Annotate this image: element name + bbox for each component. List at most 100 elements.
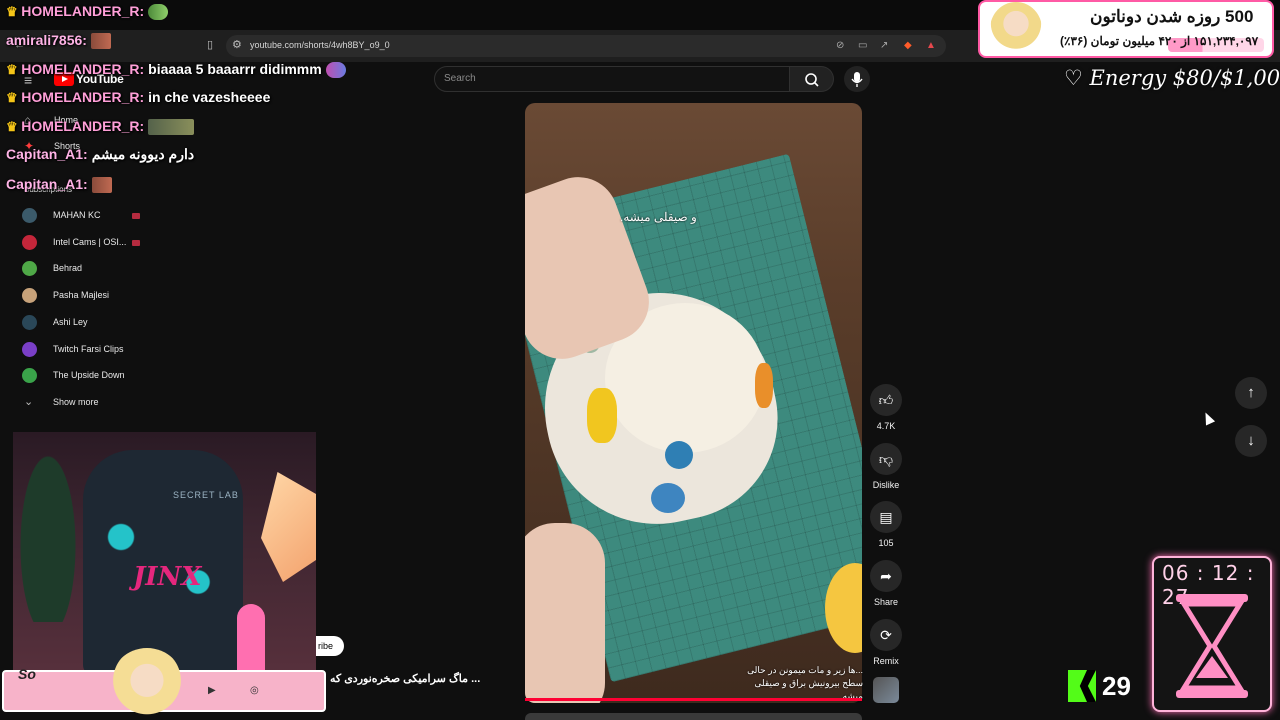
chat-emote-icon <box>148 4 169 21</box>
energy-goal-text: ♡ Energy $80/$1,000 <box>1064 66 1280 90</box>
channel-avatar <box>22 288 37 304</box>
mouse-cursor-icon <box>1200 410 1216 426</box>
dislike-button[interactable]: 👎︎ Dislike <box>866 443 906 490</box>
chat-username: amirali7856: <box>6 32 87 48</box>
subscription-name: The Upside Down <box>53 370 125 381</box>
next-video-preview[interactable] <box>525 713 862 720</box>
remix-icon: ⟳ <box>870 619 902 651</box>
url-text[interactable]: youtube.com/shorts/4wh8BY_o9_0 <box>250 40 390 50</box>
sidebar-subscription-item[interactable]: The Upside Down <box>22 366 162 386</box>
sidebar-subscription-item[interactable]: Intel Cams | OSI... <box>22 233 162 253</box>
microphone-icon <box>851 72 863 87</box>
subscription-name: Intel Cams | OSI... <box>53 236 127 247</box>
subscription-name: Pasha Majlesi <box>53 290 110 301</box>
live-indicator-icon <box>132 239 140 246</box>
donation-subtitle: ۱۵۱,۲۳۴,۰۹۷ از ۴۲۰ میلیون تومان (۳۶٪) <box>1060 34 1259 48</box>
chat-text: دارم دیوونه میشم <box>91 146 195 162</box>
brave-shield-icon[interactable]: ◆ <box>904 40 912 51</box>
sidebar-subscription-item[interactable]: Pasha Majlesi <box>22 286 162 306</box>
video-progress-bar[interactable] <box>525 698 862 701</box>
video-title[interactable]: ... ماگ سرامیکی صخره‌نوردی که <box>330 672 480 685</box>
youtube-icon: ▶ <box>208 685 216 696</box>
search-input[interactable] <box>434 66 790 92</box>
instagram-icon: ◎ <box>250 685 259 696</box>
voice-search-button[interactable] <box>844 66 870 92</box>
arrow-down-icon: ↓ <box>1247 432 1255 449</box>
mug-spot-blue-2 <box>651 483 685 513</box>
eye-off-icon[interactable]: ⊘ <box>836 40 844 51</box>
hourglass-icon <box>1176 594 1248 698</box>
shorts-video-player[interactable]: و صیقلی میشه. <box>525 103 862 703</box>
bookmark-icon[interactable]: ▯ <box>207 40 213 51</box>
channel-avatar <box>22 368 37 384</box>
sidebar-subscription-item[interactable]: Behrad <box>22 259 162 279</box>
channel-avatar <box>22 208 37 223</box>
search-button[interactable] <box>790 66 834 92</box>
chat-username: HOMELANDER_R: <box>21 118 145 134</box>
site-info-icon[interactable]: ⚙ <box>232 40 242 51</box>
search-icon <box>805 73 819 87</box>
comments-button[interactable]: ▤ 105 <box>866 501 906 548</box>
streamer-avatar <box>110 648 184 720</box>
dislike-label: Dislike <box>872 480 900 490</box>
mug-spot-orange <box>755 363 773 408</box>
chat-username: Capitan_A1: <box>6 176 88 192</box>
chat-emote-icon <box>91 177 112 194</box>
brave-rewards-icon[interactable]: ▲ <box>926 40 936 51</box>
christmas-tree <box>13 432 83 622</box>
subscribe-button[interactable]: ribe <box>316 636 344 656</box>
chat-username: HOMELANDER_R: <box>21 3 145 19</box>
like-button[interactable]: 👍︎ 4.7K <box>866 384 906 431</box>
channel-avatar <box>22 314 37 330</box>
chat-username: Capitan_A1: <box>6 146 88 162</box>
chair-brand-text: SECRET LAB <box>173 490 239 500</box>
thumbs-up-icon: 👍︎ <box>870 384 902 416</box>
subscription-name: MAHAN KC <box>53 210 101 220</box>
kick-viewer-count: 29 <box>1102 671 1131 701</box>
chat-emote-icon <box>325 62 346 79</box>
remix-label: Remix <box>873 656 899 666</box>
remix-button[interactable]: ⟳ Remix <box>866 619 906 666</box>
thumbs-down-icon: 👎︎ <box>870 443 902 475</box>
cast-icon[interactable]: ▭ <box>858 40 867 51</box>
hand-bottom <box>525 523 605 703</box>
channel-avatar <box>22 341 37 357</box>
donation-avatar <box>990 2 1042 56</box>
sound-thumbnail[interactable] <box>873 677 899 703</box>
chat-text: biaaaa 5 baaarrr didimmm <box>148 61 322 77</box>
like-count: 4.7K <box>876 421 896 431</box>
arrow-up-icon: ↑ <box>1247 384 1255 401</box>
channel-avatar <box>22 261 37 277</box>
microphone <box>237 604 265 672</box>
sidebar-subscription-item[interactable]: MAHAN KC <box>22 206 162 226</box>
previous-video-button[interactable]: ↑ <box>1235 377 1267 409</box>
subscription-name: Behrad <box>53 263 83 274</box>
chat-message: ♛ HOMELANDER_R: biaaaa 5 baaarrr didimmm <box>6 61 346 79</box>
mug-spot-yellow <box>587 388 617 443</box>
sidebar-subscription-item[interactable]: Ashi Ley <box>22 313 162 333</box>
chat-message: Capitan_A1: <box>6 176 112 194</box>
chevron-down-icon[interactable]: ⌄ <box>24 397 33 408</box>
comment-icon: ▤ <box>870 501 902 533</box>
sidebar-subscription-item[interactable]: Twitch Farsi Clips <box>22 340 162 360</box>
channel-avatar <box>22 234 37 250</box>
chat-username: HOMELANDER_R: <box>21 61 145 77</box>
chair-jinx-text: JINX <box>133 562 202 592</box>
next-video-button[interactable]: ↓ <box>1235 425 1267 457</box>
video-caption: و صیقلی میشه. <box>620 210 697 224</box>
chat-message: Capitan_A1: دارم دیوونه میشم <box>6 146 194 163</box>
chat-message: ♛ HOMELANDER_R: in che vazesheeee <box>6 89 270 106</box>
hexagon-lamp <box>261 472 316 582</box>
webcam-feed: SECRET LAB JINX <box>13 432 316 672</box>
share-page-icon[interactable]: ↗ <box>880 40 888 51</box>
share-button[interactable]: ➦ Share <box>866 560 906 607</box>
chat-emote-icon <box>90 33 111 50</box>
kick-logo-icon <box>1068 670 1096 702</box>
show-more-button[interactable]: Show more <box>53 397 99 407</box>
chat-text: in che vazesheeee <box>148 89 271 105</box>
share-label: Share <box>873 597 899 607</box>
chat-emote-icon <box>148 119 195 136</box>
subscription-name: Ashi Ley <box>53 316 88 327</box>
search-placeholder: Search <box>444 73 476 84</box>
crown-badge-icon: ♛ <box>6 119 22 134</box>
